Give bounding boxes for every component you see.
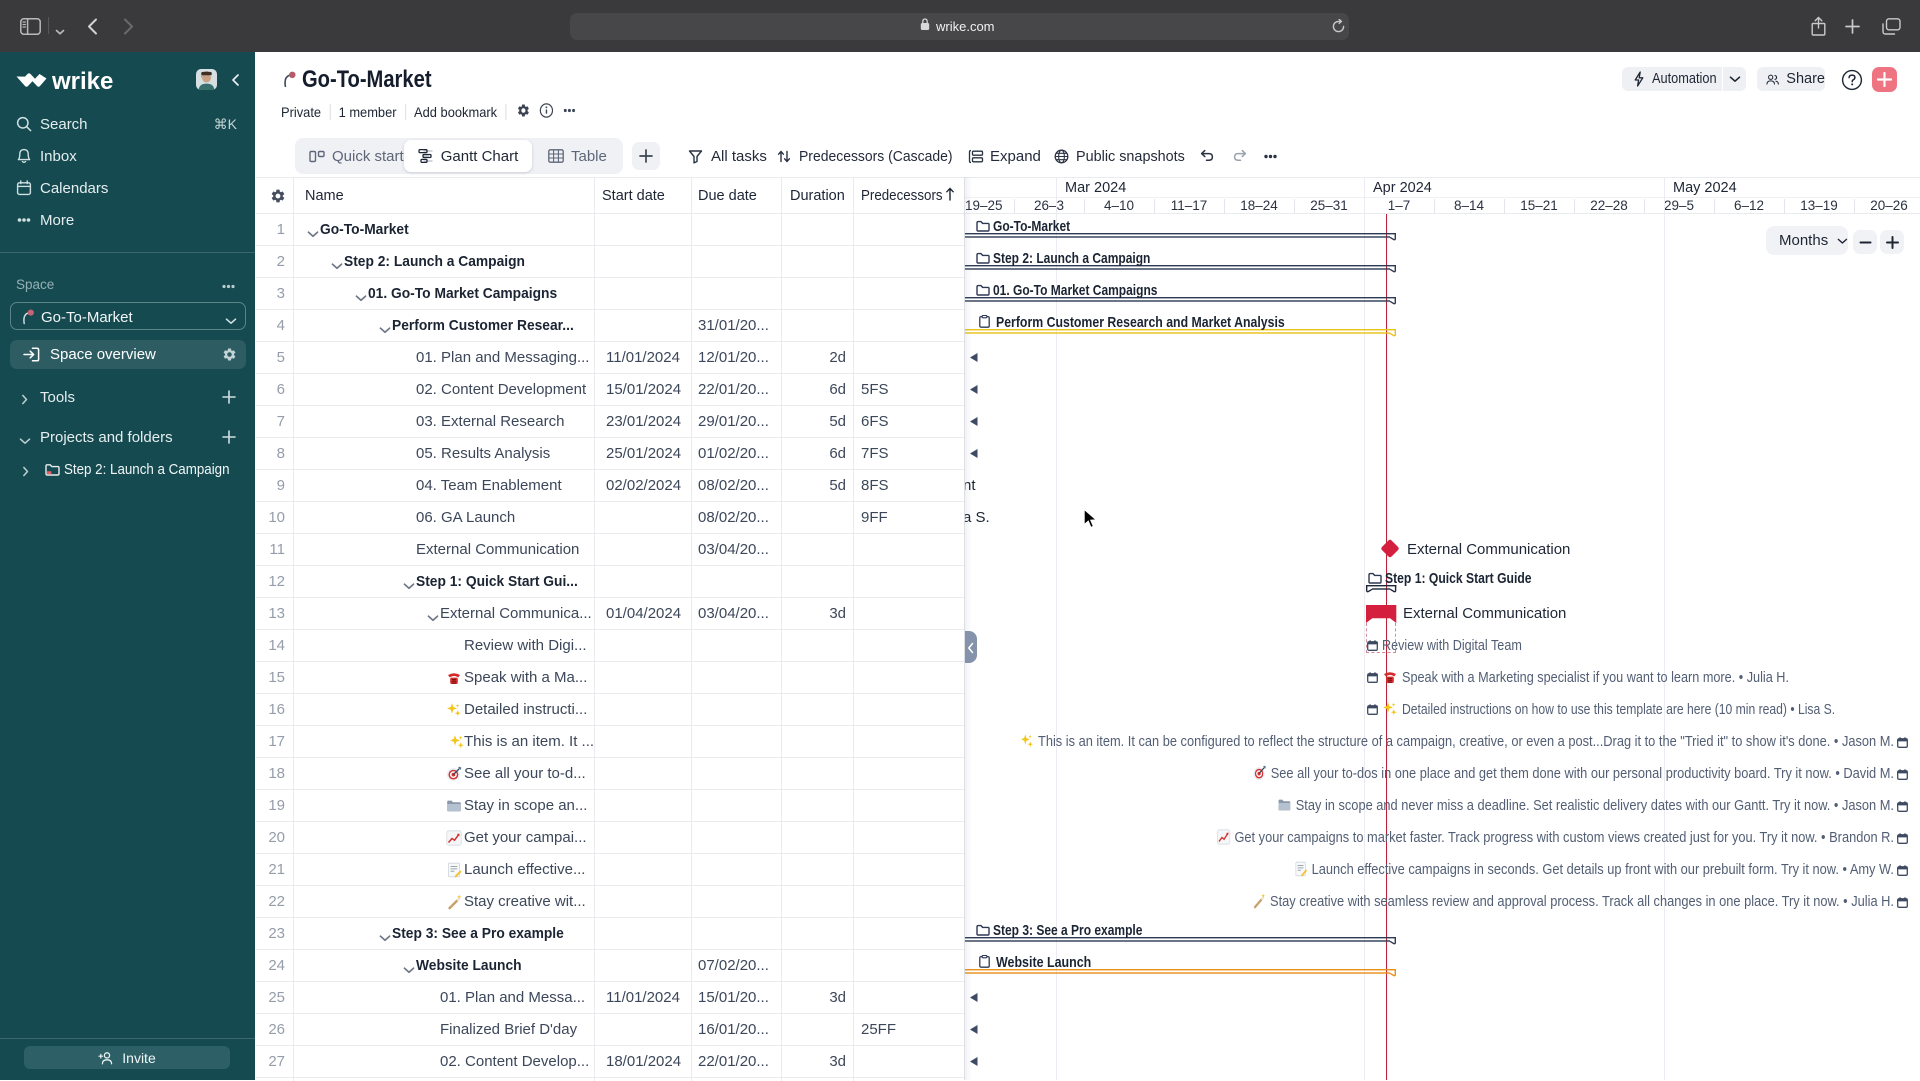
svg-text:wrike: wrike xyxy=(51,68,113,94)
